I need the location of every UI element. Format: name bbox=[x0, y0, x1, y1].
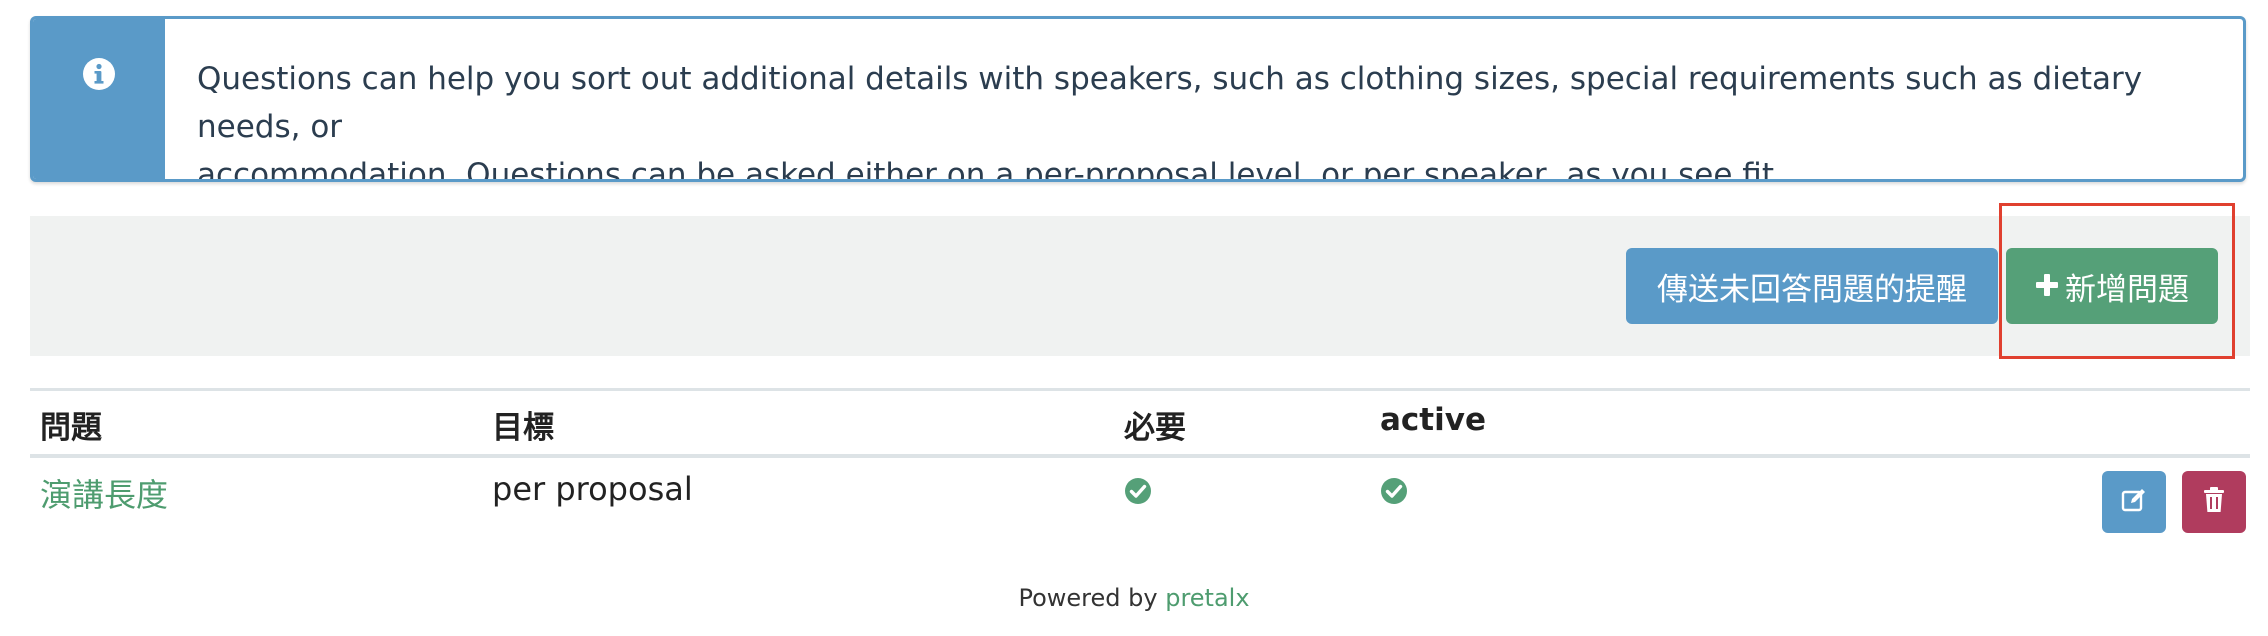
edit-icon bbox=[2120, 486, 2148, 518]
table-header-divider bbox=[30, 454, 2250, 458]
info-alert-sidebar bbox=[33, 19, 165, 179]
delete-question-button[interactable] bbox=[2182, 471, 2246, 533]
info-alert-line-1: Questions can help you sort out addition… bbox=[197, 61, 2143, 145]
info-circle-icon bbox=[82, 57, 116, 91]
column-header-required: 必要 bbox=[1124, 410, 1186, 446]
edit-question-button[interactable] bbox=[2102, 471, 2166, 533]
info-alert-line-2: accommodation. Questions can be asked ei… bbox=[197, 157, 1784, 182]
column-header-active: active bbox=[1380, 402, 1486, 438]
add-question-label: 新增問題 bbox=[2065, 271, 2189, 308]
footer-prefix: Powered by bbox=[1018, 584, 1158, 612]
question-link[interactable]: 演講長度 bbox=[40, 470, 168, 516]
required-check-icon bbox=[1124, 477, 1152, 509]
questions-page: Questions can help you sort out addition… bbox=[0, 0, 2268, 636]
add-question-button[interactable]: 新增問題 bbox=[2006, 248, 2218, 324]
question-target: per proposal bbox=[492, 470, 693, 508]
action-bar: 傳送未回答問題的提醒 新增問題 bbox=[30, 216, 2250, 356]
footer: Powered by pretalx bbox=[0, 584, 2268, 612]
pretalx-link[interactable]: pretalx bbox=[1165, 584, 1249, 612]
trash-icon bbox=[2202, 486, 2226, 518]
info-alert-text: Questions can help you sort out addition… bbox=[165, 19, 2243, 179]
info-alert: Questions can help you sort out addition… bbox=[30, 16, 2246, 182]
send-reminders-button[interactable]: 傳送未回答問題的提醒 bbox=[1626, 248, 1998, 324]
send-reminders-label: 傳送未回答問題的提醒 bbox=[1657, 271, 1967, 308]
column-header-target: 目標 bbox=[492, 410, 554, 446]
plus-icon bbox=[2035, 266, 2059, 306]
column-header-question: 問題 bbox=[40, 410, 102, 446]
active-check-icon bbox=[1380, 477, 1408, 509]
table-top-divider bbox=[30, 388, 2250, 391]
